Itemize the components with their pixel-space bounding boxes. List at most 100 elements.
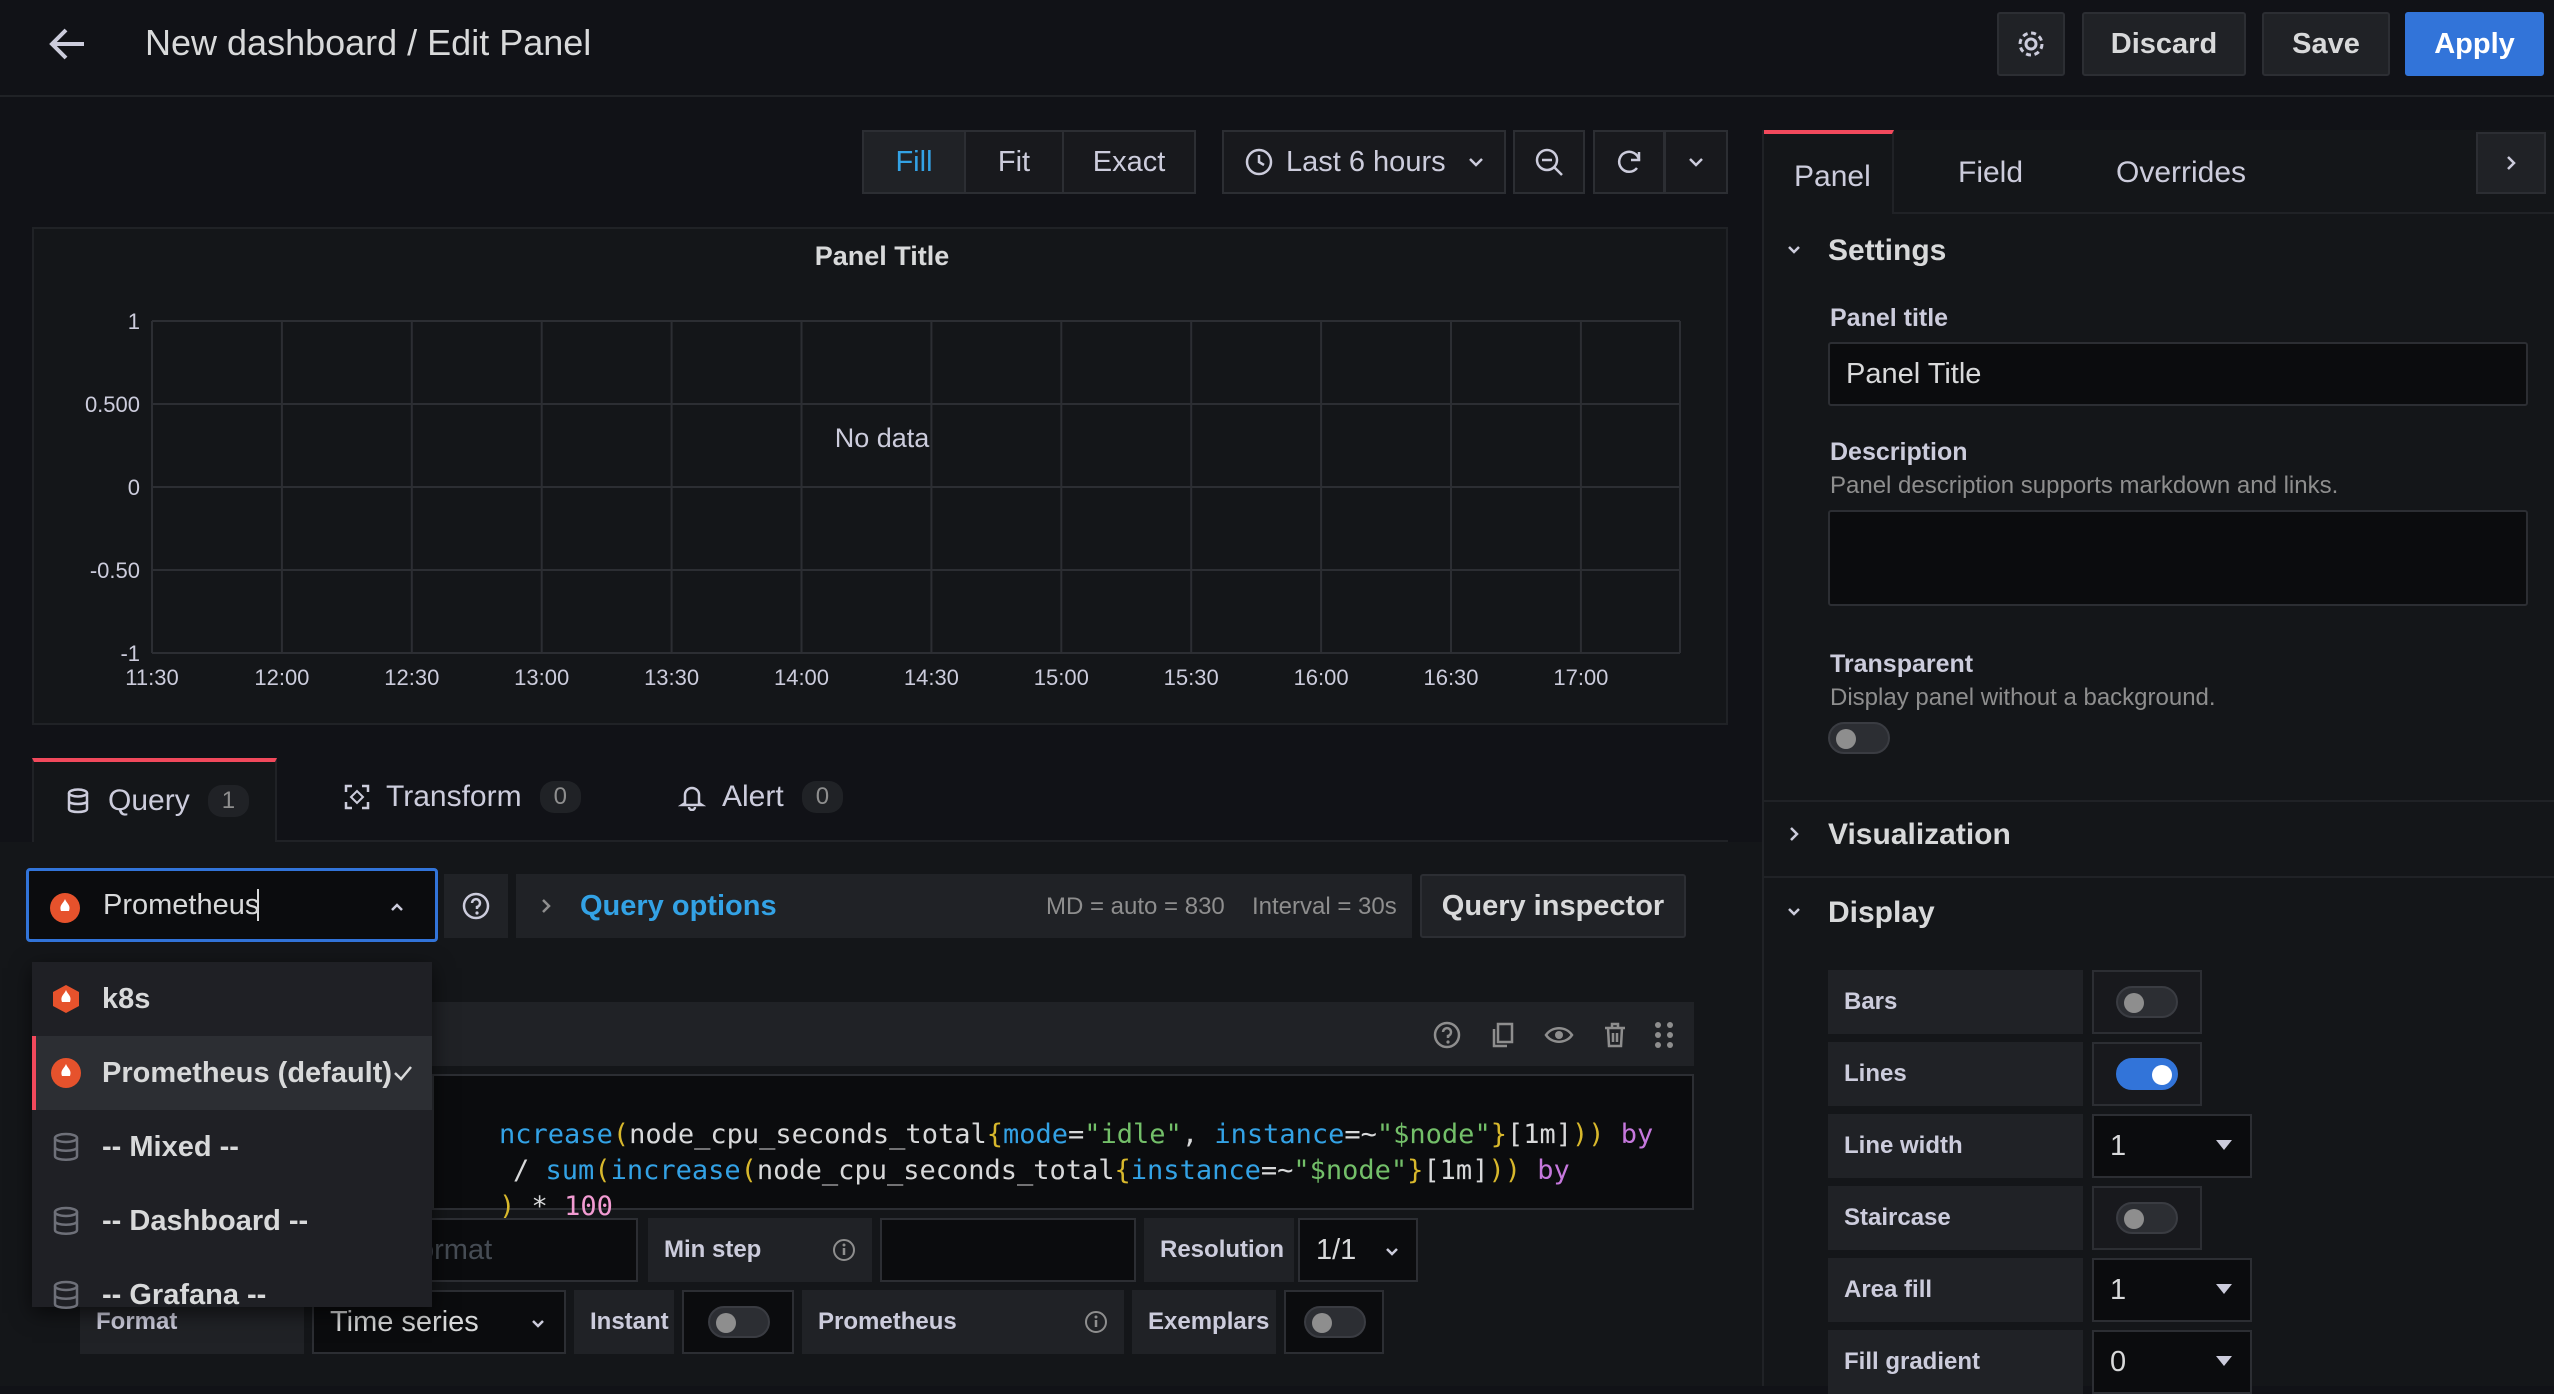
transform-icon [344,784,370,810]
datasource-option-grafana[interactable]: -- Grafana -- [32,1258,432,1332]
tab-panel[interactable]: Panel [1764,130,1894,214]
help-icon [462,892,490,920]
datasource-option-prometheus[interactable]: Prometheus (default) [32,1036,432,1110]
resolution-label: Resolution [1144,1218,1294,1282]
trash-icon[interactable] [1600,1020,1630,1050]
datasource-help-button[interactable] [444,874,508,938]
description-help: Panel description supports markdown and … [1830,472,2339,499]
y-axis-tick-label: 0.500 [85,392,140,417]
lines-toggle[interactable] [2116,1058,2178,1090]
text-cursor [257,889,259,921]
x-axis-tick-label: 17:00 [1553,665,1608,690]
tab-query-label: Query [108,784,190,817]
transparent-toggle[interactable] [1828,722,1890,754]
datasource-option-mixed[interactable]: -- Mixed -- [32,1110,432,1184]
refresh-button[interactable] [1593,130,1665,194]
chevron-right-icon[interactable] [1784,824,1804,844]
query-editor[interactable]: ncrease(node_cpu_seconds_total{mode="idl… [432,1074,1694,1222]
zoom-out-icon [1535,148,1563,176]
chevron-right-icon [542,899,551,913]
collapse-pane-button[interactable] [2476,132,2546,194]
settings-section-header[interactable]: Settings [1828,234,1946,268]
query-options-bar[interactable]: Query options MD = auto = 830 Interval =… [516,874,1412,938]
bell-icon [678,786,706,811]
fill-mode-button[interactable]: Fill [862,130,966,194]
description-textarea[interactable] [1828,510,2528,606]
area-fill-select[interactable]: 1 [2092,1258,2252,1322]
bars-toggle[interactable] [2116,986,2178,1018]
tab-alert[interactable]: Alert 0 [678,780,844,814]
fit-mode-button[interactable]: Fit [964,130,1064,194]
query-inspector-button[interactable]: Query inspector [1420,874,1686,938]
clock-icon [1245,148,1273,176]
x-axis-tick-label: 14:30 [904,665,959,690]
display-section-header[interactable]: Display [1828,896,1935,930]
datasource-dropdown-menu: k8s Prometheus (default) -- Mixed -- -- … [32,962,432,1311]
refresh-interval-button[interactable] [1664,130,1728,194]
query-line-2: / sum(increase(node_cpu_seconds_total{in… [513,1155,1570,1186]
datasource-option-k8s[interactable]: k8s [32,962,432,1036]
duplicate-icon[interactable] [1488,1020,1518,1050]
instant-toggle[interactable] [708,1306,770,1338]
database-icon [53,1280,79,1309]
page-title: New dashboard / Edit Panel [145,22,592,63]
tab-field[interactable]: Field [1958,156,2023,190]
staircase-toggle[interactable] [2116,1202,2178,1234]
gear-icon [2018,31,2044,57]
info-icon [1085,1311,1107,1333]
chevron-down-icon [532,1320,544,1328]
y-axis-tick-label: 0 [128,475,140,500]
x-axis-tick-label: 16:00 [1294,665,1349,690]
tab-query[interactable]: Query 1 [32,758,277,842]
tab-transform-label: Transform [386,780,522,813]
drag-handle-icon[interactable] [1652,1020,1676,1050]
datasource-option-dashboard[interactable]: -- Dashboard -- [32,1184,432,1258]
settings-button[interactable] [1997,12,2065,76]
database-icon [67,788,89,814]
x-axis-tick-label: 13:00 [514,665,569,690]
x-axis-tick-label: 16:30 [1423,665,1478,690]
resolution-select[interactable]: 1/1 [1298,1218,1418,1282]
caret-down-icon [2216,1284,2232,1294]
help-icon[interactable] [1432,1020,1462,1050]
chevron-down-icon [1469,158,1483,167]
apply-button[interactable]: Apply [2405,12,2544,76]
discard-button[interactable]: Discard [2082,12,2246,76]
fill-gradient-select[interactable]: 0 [2092,1330,2252,1394]
line-width-select[interactable]: 1 [2092,1114,2252,1178]
min-step-input[interactable] [880,1218,1136,1282]
time-picker-button[interactable]: Last 6 hours [1222,130,1506,194]
zoom-out-button[interactable] [1513,130,1585,194]
query-count-badge: 1 [207,785,250,817]
exemplars-toggle[interactable] [1304,1306,1366,1338]
tab-transform[interactable]: Transform 0 [342,780,581,814]
panel-title-input[interactable]: Panel Title [1828,342,2528,406]
tab-overrides[interactable]: Overrides [2116,156,2246,190]
chevron-down-icon[interactable] [1784,902,1804,922]
top-bar: New dashboard / Edit Panel Discard Save … [0,0,2554,97]
database-icon [53,1206,79,1235]
datasource-picker[interactable]: Prometheus [26,868,438,942]
options-tab-bar-line [1894,212,2554,214]
x-axis-tick-label: 13:30 [644,665,699,690]
query-options-label: Query options [580,890,777,922]
eye-icon[interactable] [1544,1020,1574,1050]
transparent-label: Transparent [1830,650,1974,678]
x-axis-tick-label: 12:00 [254,665,309,690]
instant-toggle-box [682,1290,794,1354]
instant-label: Instant [574,1290,674,1354]
min-step-label: Min step [648,1218,872,1282]
back-arrow-icon[interactable] [48,24,88,64]
graph-area: 1 0.500 0 -0.50 -1 11:30 12:00 12:30 13:00 13:30… [85,309,1681,690]
section-divider [1764,876,2554,878]
chevron-right-icon [2507,156,2516,170]
info-icon [833,1239,855,1261]
y-axis-tick-label: -1 [120,641,140,666]
save-button[interactable]: Save [2262,12,2390,76]
exact-mode-button[interactable]: Exact [1062,130,1196,194]
exemplars-label: Exemplars [1132,1290,1276,1354]
chevron-down-icon[interactable] [1784,240,1804,260]
legend-format-input[interactable]: ormat [400,1218,638,1282]
query-tabs-bar [32,758,1728,842]
visualization-section-header[interactable]: Visualization [1828,818,2011,852]
